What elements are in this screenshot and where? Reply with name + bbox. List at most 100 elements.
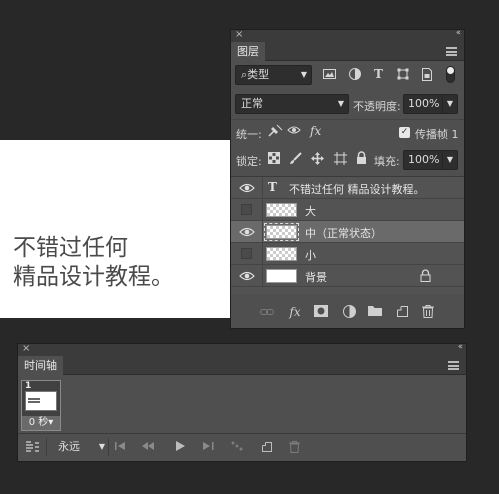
- next-frame-icon[interactable]: [203, 441, 214, 455]
- group-folder-icon[interactable]: [368, 305, 382, 319]
- frame-delay[interactable]: 0 秒▾: [22, 416, 60, 430]
- layer-name[interactable]: 小: [305, 247, 316, 263]
- layer-name[interactable]: 大: [305, 203, 316, 219]
- unify-position-icon[interactable]: [267, 124, 283, 141]
- propagate-checkbox[interactable]: ✓: [399, 127, 410, 138]
- link-icon[interactable]: [260, 305, 274, 319]
- lock-transparency-icon[interactable]: [268, 152, 280, 167]
- timeline-panel: × ‹‹ 时间轴 1 0 秒▾ 永远 ▼: [17, 342, 467, 462]
- layer-thumbnail: [266, 247, 297, 261]
- adjustment-layer-icon[interactable]: [342, 305, 356, 319]
- delete-icon[interactable]: [421, 305, 435, 319]
- unify-row: 统一: fx ✓ 传播帧 1: [231, 119, 464, 144]
- type-filter-icon[interactable]: T: [372, 68, 385, 81]
- new-layer-icon[interactable]: [395, 305, 409, 319]
- loop-value: 永远: [58, 440, 80, 453]
- close-panel-button[interactable]: ×: [235, 29, 243, 40]
- lock-row: 锁定: 填充: 100% ▼: [231, 146, 464, 174]
- visibility-eye-icon[interactable]: [239, 225, 255, 239]
- layer-row[interactable]: 小: [231, 243, 464, 265]
- layer-row-selected[interactable]: 中（正常状态）: [231, 221, 464, 243]
- adjustment-filter-icon[interactable]: [348, 68, 361, 81]
- lock-all-icon[interactable]: [356, 151, 367, 167]
- canvas-text-line-1: 不错过任何: [13, 235, 128, 261]
- frames-area: 1 0 秒▾: [18, 376, 466, 434]
- layer-row[interactable]: 背景: [231, 265, 464, 287]
- blend-mode-value: 正常: [241, 97, 263, 110]
- blend-row: 正常 ▼ 不透明度: 100% ▼: [231, 91, 464, 117]
- panel-title-strip: × ‹‹: [18, 342, 466, 356]
- filter-toggle[interactable]: [446, 66, 455, 83]
- tab-layers[interactable]: 图层: [231, 42, 265, 61]
- panel-menu-icon[interactable]: [448, 361, 459, 370]
- document-canvas[interactable]: 不错过任何 精品设计教程。: [0, 140, 231, 318]
- animation-frame[interactable]: 1 0 秒▾: [21, 380, 61, 431]
- visibility-toggle-empty[interactable]: [241, 248, 252, 259]
- tween-icon[interactable]: [231, 441, 244, 455]
- chevron-down-icon: ▼: [337, 99, 344, 108]
- opacity-input[interactable]: 100% ▼: [403, 94, 458, 114]
- lock-artboard-icon[interactable]: [334, 152, 347, 168]
- visibility-toggle-empty[interactable]: [241, 204, 252, 215]
- canvas-text: 不错过任何 精品设计教程。: [13, 234, 174, 292]
- play-icon[interactable]: [175, 441, 185, 455]
- fill-value: 100%: [408, 153, 440, 166]
- layers-footer: fx: [231, 296, 464, 328]
- panel-title-strip: × ‹‹: [231, 28, 464, 42]
- chevron-down-icon: ▾: [48, 417, 54, 428]
- delete-frame-icon[interactable]: [289, 441, 300, 457]
- layer-name[interactable]: 背景: [305, 269, 327, 285]
- duplicate-frame-icon[interactable]: [261, 441, 273, 457]
- lock-label: 锁定:: [236, 155, 262, 168]
- panel-menu-icon[interactable]: [446, 47, 457, 56]
- lock-icon: [420, 269, 431, 282]
- layer-row[interactable]: 大: [231, 199, 464, 221]
- canvas-text-line-2: 精品设计教程。: [13, 264, 174, 290]
- column-divider: [262, 199, 263, 220]
- lock-pixels-brush-icon[interactable]: [289, 152, 302, 168]
- layers-list: T 不错过任何 精品设计教程。 大 中（正常状态） 小 背景: [231, 176, 464, 294]
- layer-row[interactable]: T 不错过任何 精品设计教程。: [231, 177, 464, 199]
- collapse-panel-button[interactable]: ‹‹: [456, 28, 461, 38]
- shape-filter-icon[interactable]: [396, 68, 409, 81]
- layer-name[interactable]: 中（正常状态）: [305, 225, 382, 241]
- layer-thumbnail: [266, 269, 297, 283]
- chevron-down-icon: ▼: [98, 442, 105, 451]
- visibility-eye-icon[interactable]: [239, 181, 255, 195]
- tab-timeline[interactable]: 时间轴: [18, 356, 63, 375]
- smart-object-filter-icon[interactable]: [420, 68, 433, 81]
- collapse-panel-button[interactable]: ‹‹: [458, 342, 463, 352]
- tab-bar: 图层: [231, 42, 464, 61]
- close-panel-button[interactable]: ×: [22, 343, 30, 354]
- layer-filter-select[interactable]: ⌕类型 ▼: [235, 65, 312, 85]
- timeline-footer: 永远 ▼: [18, 433, 466, 461]
- opacity-value: 100%: [408, 97, 440, 110]
- field-separator: [442, 95, 443, 113]
- visibility-eye-icon[interactable]: [239, 269, 255, 283]
- chevron-down-icon: ▼: [300, 70, 307, 79]
- blend-mode-select[interactable]: 正常 ▼: [235, 94, 349, 114]
- unify-style-icon[interactable]: fx: [310, 124, 321, 138]
- field-separator: [442, 151, 443, 169]
- layer-name[interactable]: 不错过任何 精品设计教程。: [289, 181, 425, 197]
- previous-frame-icon[interactable]: [142, 441, 154, 455]
- column-divider: [262, 221, 263, 242]
- fill-input[interactable]: 100% ▼: [403, 150, 458, 170]
- column-divider: [262, 243, 263, 264]
- lock-position-move-icon[interactable]: [311, 152, 324, 168]
- chevron-down-icon[interactable]: ▼: [447, 151, 453, 169]
- fx-icon[interactable]: fx: [288, 305, 302, 319]
- mask-icon[interactable]: [314, 305, 328, 319]
- loop-select[interactable]: 永远 ▼: [51, 437, 105, 457]
- unify-visibility-icon[interactable]: [287, 124, 303, 141]
- chevron-down-icon[interactable]: ▼: [447, 95, 453, 113]
- image-filter-icon[interactable]: [323, 68, 336, 81]
- first-frame-icon[interactable]: [115, 441, 126, 455]
- convert-icon[interactable]: [26, 441, 40, 457]
- fill-label: 填充:: [374, 155, 400, 168]
- text-layer-type-icon: T: [268, 180, 277, 194]
- frame-thumbnail: [25, 391, 57, 411]
- tab-bar: 时间轴: [18, 356, 466, 375]
- layer-thumbnail: [264, 223, 299, 241]
- frame-delay-value: 0 秒: [28, 417, 49, 428]
